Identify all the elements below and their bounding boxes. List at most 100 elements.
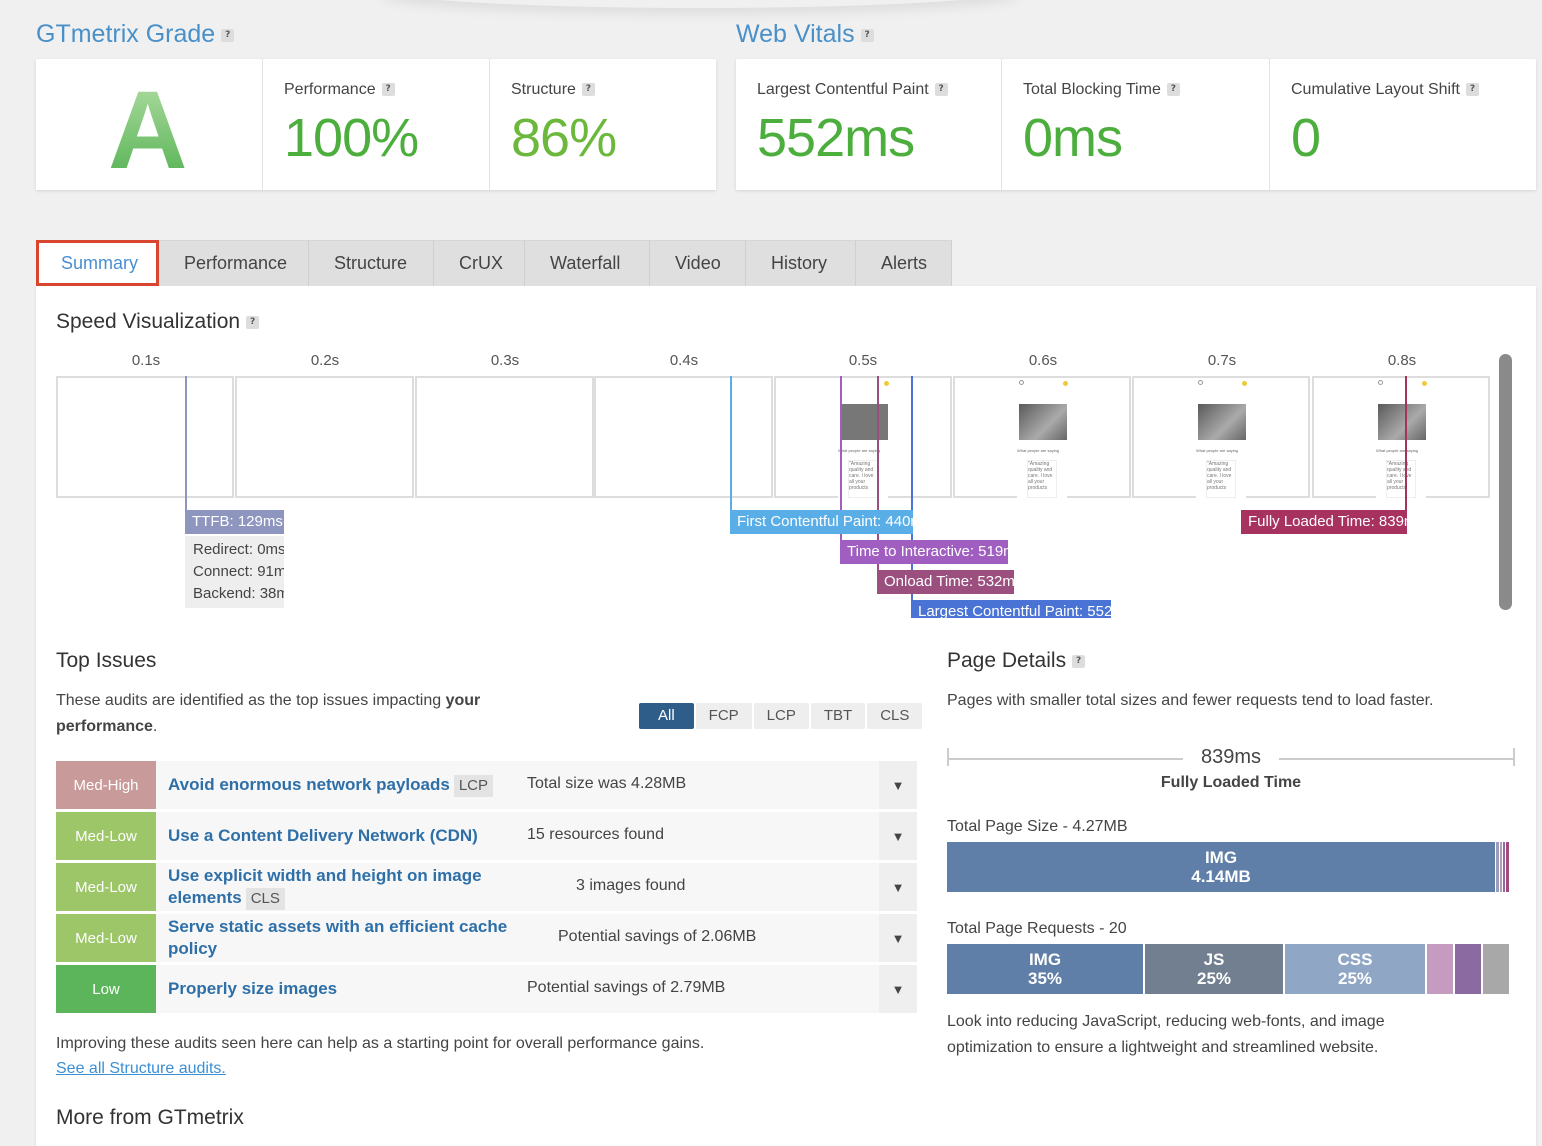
help-icon[interactable]: ? [860, 28, 874, 42]
structure-value: 86% [511, 108, 617, 168]
requests-bar-other[interactable] [1483, 944, 1509, 994]
chevron-down-icon[interactable]: ▼ [879, 761, 917, 809]
issue-title[interactable]: Use explicit width and height on image [168, 866, 482, 885]
range-line-left [947, 758, 1183, 760]
help-icon[interactable]: ? [246, 315, 260, 329]
filter-fcp[interactable]: FCP [695, 703, 752, 729]
chevron-down-icon[interactable]: ▼ [879, 863, 917, 911]
tab-video[interactable]: Video [650, 240, 746, 286]
onload-marker[interactable]: Onload Time: 532ms [877, 570, 1014, 594]
help-icon[interactable]: ? [581, 83, 595, 97]
filmstrip-frame[interactable]: What people are saying "Amazing quality … [1132, 376, 1310, 498]
ttfb-marker[interactable]: TTFB: 129ms [185, 510, 284, 534]
requests-bar-html[interactable] [1455, 944, 1481, 994]
help-icon[interactable]: ? [1166, 83, 1180, 97]
web-vitals-title: Web Vitals? [736, 20, 874, 49]
issue-row[interactable]: Low Properly size images Potential savin… [56, 965, 917, 1013]
ttfb-breakdown: Redirect: 0ms Connect: 91ms Backend: 38m… [185, 536, 284, 608]
page-details-title: Page Details? [947, 649, 1086, 673]
help-icon[interactable]: ? [381, 83, 395, 97]
size-bar-css[interactable] [1500, 842, 1502, 892]
performance-label: Performance [284, 81, 376, 98]
tab-waterfall[interactable]: Waterfall [525, 240, 650, 286]
tbt-cell: Total Blocking Time? 0ms [1002, 59, 1270, 190]
size-bar-img[interactable]: IMG 4.14MB [947, 842, 1495, 892]
scrollbar-thumb[interactable] [1499, 354, 1512, 610]
tab-summary[interactable]: Summary [36, 240, 159, 286]
filter-tbt[interactable]: TBT [810, 703, 866, 729]
lcp-marker[interactable]: Largest Contentful Paint: 552ms [911, 600, 1111, 618]
filter-lcp[interactable]: LCP [753, 703, 809, 729]
performance-value: 100% [284, 108, 419, 168]
cls-value: 0 [1291, 108, 1321, 168]
issue-row[interactable]: Med-Low Use explicit width and height on… [56, 863, 917, 911]
grade-cell: A [36, 59, 263, 192]
filter-cls[interactable]: CLS [867, 703, 923, 729]
filmstrip-frame[interactable]: What people are saying "Amazing quality … [774, 376, 952, 498]
hero-image [1378, 404, 1426, 440]
filmstrip-frame[interactable]: What people are saying "Amazing quality … [1312, 376, 1490, 498]
severity-badge: Med-Low [56, 914, 156, 962]
severity-badge: Low [56, 965, 156, 1013]
issue-title[interactable]: Avoid enormous network payloads [168, 775, 450, 794]
help-icon[interactable]: ? [934, 83, 948, 97]
issue-row[interactable]: Med-High Avoid enormous network payloads… [56, 761, 917, 809]
see-all-structure-audits-link[interactable]: See all Structure audits. [56, 1060, 226, 1078]
size-bar-js[interactable] [1496, 842, 1499, 892]
requests-bar-font[interactable] [1427, 944, 1453, 994]
chevron-down-icon[interactable]: ▼ [879, 812, 917, 860]
thumb-quote: "Amazing quality and care. I love all yo… [1027, 460, 1057, 498]
filmstrip-frame[interactable] [235, 376, 414, 498]
gtmetrix-grade-title: GTmetrix Grade? [36, 20, 235, 49]
filmstrip-frame[interactable] [415, 376, 594, 498]
lcp-value: 552ms [757, 108, 915, 168]
fully-loaded-marker[interactable]: Fully Loaded Time: 839ms [1241, 510, 1407, 534]
menu-icon [1198, 380, 1203, 385]
tab-crux[interactable]: CrUX [434, 240, 525, 286]
tti-marker[interactable]: Time to Interactive: 519ms [840, 540, 1008, 564]
help-icon[interactable]: ? [221, 28, 235, 42]
requests-bar-css[interactable]: CSS 25% [1285, 944, 1425, 994]
issue-row[interactable]: Med-Low Use a Content Delivery Network (… [56, 812, 917, 860]
requests-bar-js[interactable]: JS 25% [1145, 944, 1283, 994]
issue-title[interactable]: Use a Content Delivery Network (CDN) [168, 825, 478, 847]
tab-history[interactable]: History [746, 240, 856, 286]
issue-title[interactable]: Serve static assets with an efficient ca… [168, 917, 507, 936]
size-bar-font[interactable] [1503, 842, 1505, 892]
thumb-quote: "Amazing quality and care. I love all yo… [1386, 460, 1416, 498]
size-bar-other[interactable] [1506, 842, 1509, 892]
requests-bar-img[interactable]: IMG 35% [947, 944, 1143, 994]
tick-label: 0.5s [848, 352, 878, 369]
issue-row[interactable]: Med-Low Serve static assets with an effi… [56, 914, 917, 962]
filmstrip-frame[interactable]: What people are saying "Amazing quality … [953, 376, 1131, 498]
fcp-marker[interactable]: First Contentful Paint: 440ms [730, 510, 913, 534]
chevron-down-icon[interactable]: ▼ [879, 965, 917, 1013]
issue-description: 3 images found [576, 877, 686, 894]
tab-performance[interactable]: Performance [159, 240, 309, 286]
tick-label: 0.3s [490, 352, 520, 369]
help-icon[interactable]: ? [1072, 654, 1086, 668]
filmstrip-frame[interactable] [56, 376, 234, 498]
severity-badge: Med-Low [56, 863, 156, 911]
issue-title[interactable]: Properly size images [168, 978, 337, 1000]
page-thumbnail: What people are saying "Amazing quality … [1017, 378, 1068, 498]
hero-image [840, 404, 888, 440]
help-icon[interactable]: ? [1465, 83, 1479, 97]
thumb-heading: What people are saying [1376, 448, 1419, 453]
chevron-down-icon[interactable]: ▼ [879, 914, 917, 962]
tab-structure[interactable]: Structure [309, 240, 434, 286]
metric-tag: LCP [453, 775, 493, 797]
fcp-line [730, 376, 732, 510]
cls-label: Cumulative Layout Shift [1291, 81, 1460, 98]
tick-label: 0.1s [131, 352, 161, 369]
badge-dot [1063, 381, 1068, 386]
fully-loaded-label: Fully Loaded Time [1160, 774, 1302, 791]
tab-alerts[interactable]: Alerts [856, 240, 952, 286]
filmstrip-frame[interactable] [594, 376, 773, 498]
issue-filters: All FCP LCP TBT CLS [639, 703, 924, 729]
tick-label: 0.2s [310, 352, 340, 369]
filter-all[interactable]: All [639, 703, 694, 729]
hero-image [1198, 404, 1246, 440]
more-from-gtmetrix-title: More from GTmetrix [56, 1106, 244, 1129]
top-issues-intro: These audits are identified as the top i… [56, 692, 481, 735]
